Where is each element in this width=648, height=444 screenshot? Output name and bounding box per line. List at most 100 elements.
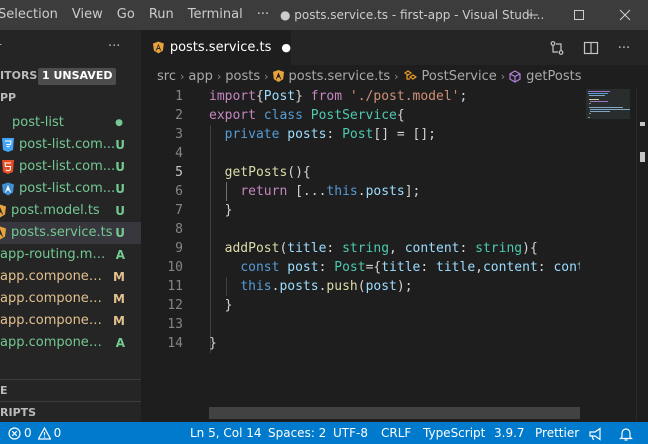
code-token: ]; (404, 184, 421, 199)
encoding[interactable]: UTF-8 (333, 422, 368, 444)
code-line[interactable]: return [...this.posts]; (209, 182, 420, 201)
code-token: './post.model' (349, 89, 460, 104)
code-editor[interactable]: 1 import{Post} from './post.model'; 2 expor… (141, 87, 580, 422)
code-line[interactable]: export class PostService{ (209, 106, 405, 125)
code-token: [... (287, 184, 327, 199)
vertical-scrollbar[interactable] (636, 87, 648, 422)
open-editors-header[interactable]: ITORS 1 UNSAVED (0, 65, 141, 87)
code-token: const (240, 260, 280, 275)
menu-terminal[interactable]: Terminal (181, 0, 250, 30)
code-token: push (326, 279, 358, 294)
explorer-more-button[interactable]: ··· (108, 36, 120, 58)
status-bar: 0 0 Ln 5, Col 14 Spaces: 2 UTF-8 CRLF Ty… (0, 422, 648, 444)
tab-posts-service[interactable]: posts.service.ts ● (141, 30, 291, 65)
line-endings[interactable]: CRLF (381, 422, 411, 444)
file-name: app.component.ts (0, 313, 108, 328)
file-item[interactable]: posts.service.ts U (0, 222, 141, 244)
close-window-button[interactable] (602, 0, 648, 30)
code-line[interactable]: const post: Post={title: title,content: … (209, 258, 580, 277)
file-item[interactable]: post-list ● (0, 112, 141, 134)
file-item[interactable]: post.model.ts U (0, 200, 141, 222)
file-name: posts.service.ts (11, 225, 113, 240)
file-item[interactable]: app-routing.mo... A (0, 244, 141, 266)
breadcrumb-method[interactable]: getPosts (526, 69, 581, 84)
explorer-header: r ··· (0, 36, 141, 58)
code-token: : (459, 241, 476, 256)
maximize-icon (574, 10, 584, 20)
npm-scripts-header[interactable]: RIPTS (0, 401, 141, 422)
feedback-button[interactable] (589, 426, 604, 444)
outline-header[interactable]: E (0, 379, 141, 401)
horizontal-scrollbar[interactable] (209, 407, 580, 419)
chevron-right-icon: › (179, 69, 185, 83)
outline-label: E (0, 384, 8, 397)
code-token: ; (459, 89, 468, 104)
code-token: export (209, 108, 256, 123)
code-line[interactable]: this.posts.push(post); (209, 277, 412, 296)
code-token: [] = []; (373, 127, 437, 142)
code-line[interactable]: } (209, 334, 217, 353)
menu-view[interactable]: View (65, 0, 110, 30)
code-line[interactable]: import{Post} from './post.model'; (209, 87, 467, 106)
angular-icon (0, 226, 6, 240)
code-token: class (263, 108, 303, 123)
prettier-status[interactable]: Prettier (535, 422, 579, 444)
code-token: : (537, 260, 554, 275)
code-line[interactable]: } (209, 296, 233, 315)
typescript-version[interactable]: 3.9.7 (494, 422, 525, 444)
file-item[interactable]: app.component.ts M (0, 310, 141, 332)
code-token: from (310, 89, 343, 104)
angular-icon (272, 70, 284, 82)
code-token: content (482, 260, 538, 275)
code-token: , (389, 241, 405, 256)
menu-go[interactable]: Go (110, 0, 142, 30)
language-mode[interactable]: TypeScript (423, 422, 485, 444)
breadcrumb-app[interactable]: app (188, 69, 212, 84)
breadcrumb-posts[interactable]: posts (225, 69, 260, 84)
line-number: 2 (175, 108, 183, 123)
file-item[interactable]: app.component.... A (0, 332, 141, 354)
code-line[interactable]: addPost(title: string, content: string){ (209, 239, 538, 258)
git-status-badge: U (115, 182, 125, 196)
maximize-button[interactable] (556, 0, 602, 30)
project-folder-header[interactable]: PP (0, 87, 141, 109)
angular-icon (2, 182, 14, 196)
breadcrumb-file[interactable]: posts.service.ts (289, 69, 391, 84)
git-status-badge: A (115, 248, 125, 262)
code-token: title (287, 241, 327, 256)
split-editor-icon (583, 41, 599, 55)
file-item[interactable]: app.component.... M (0, 288, 141, 310)
minimize-button[interactable] (510, 0, 556, 30)
split-editor-button[interactable] (581, 38, 601, 58)
file-item[interactable]: post-list.com... U (0, 156, 141, 178)
more-icon: ··· (617, 40, 631, 56)
code-token: : (326, 241, 343, 256)
code-line[interactable]: } (209, 201, 233, 220)
file-item[interactable]: post-list.com... U (0, 134, 141, 156)
code-line[interactable]: private posts: Post[] = []; (209, 125, 436, 144)
more-actions-button[interactable]: ··· (614, 38, 634, 58)
breadcrumb-src[interactable]: src (157, 69, 176, 84)
minimize-icon (528, 14, 538, 16)
indentation[interactable]: Spaces: 2 (268, 422, 326, 444)
code-token: ){ (522, 241, 538, 256)
line-number: 11 (167, 279, 183, 294)
cursor-position[interactable]: Ln 5, Col 14 (190, 422, 262, 444)
code-token: cont (553, 260, 580, 275)
code-line[interactable]: getPosts(){ (209, 163, 311, 182)
line-number: 6 (175, 184, 183, 199)
file-item[interactable]: app.component.... M (0, 266, 141, 288)
unsaved-dot[interactable]: ● (281, 41, 291, 54)
file-item[interactable]: post-list.com... U (0, 178, 141, 200)
minimap[interactable] (580, 87, 636, 422)
open-changes-button[interactable] (547, 38, 567, 58)
menu-more[interactable]: ··· (250, 0, 276, 30)
problems-indicator[interactable]: 0 0 (8, 422, 61, 444)
menu-run[interactable]: Run (142, 0, 181, 30)
git-status-badge: U (115, 160, 125, 174)
menu-selection[interactable]: Selection (0, 0, 65, 30)
breadcrumb-class[interactable]: PostService (422, 69, 497, 84)
notifications-button[interactable] (619, 426, 633, 444)
